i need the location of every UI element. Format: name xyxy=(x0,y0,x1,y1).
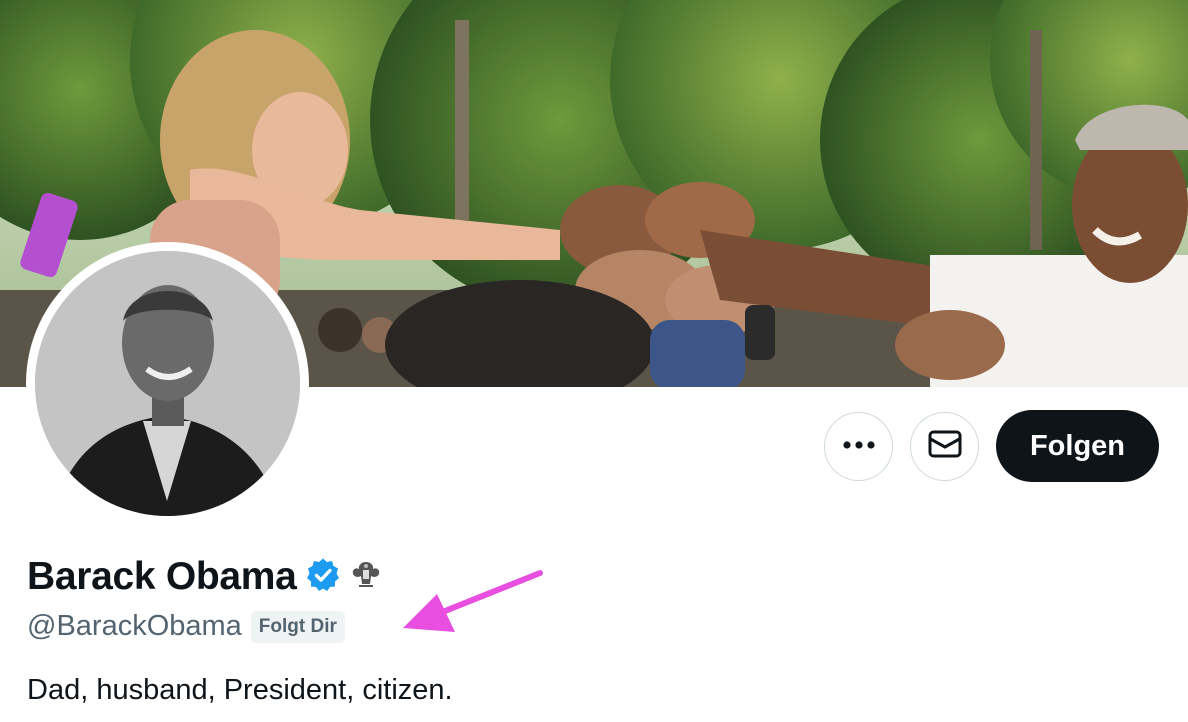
follow-button[interactable]: Folgen xyxy=(996,410,1159,482)
verified-checkmark-icon[interactable] xyxy=(305,557,341,598)
presidential-seal-icon[interactable] xyxy=(349,558,383,597)
profile-actions: Folgen xyxy=(824,410,1159,482)
profile-page: Folgen Barack Obama @BarackObama Folgt D… xyxy=(0,0,1188,722)
display-name: Barack Obama xyxy=(27,555,297,598)
message-button[interactable] xyxy=(910,411,979,481)
profile-name-row: Barack Obama xyxy=(27,555,383,599)
profile-avatar[interactable] xyxy=(26,242,309,525)
more-options-button[interactable] xyxy=(824,411,893,481)
profile-bio: Dad, husband, President, citizen. xyxy=(27,674,453,706)
user-handle: @BarackObama xyxy=(27,610,242,642)
avatar-photo xyxy=(35,251,300,516)
annotation-arrow-icon xyxy=(395,560,550,645)
envelope-icon xyxy=(928,429,962,464)
follows-you-badge: Folgt Dir xyxy=(250,610,345,643)
more-dots-icon xyxy=(842,437,876,455)
profile-handle-row: @BarackObama Folgt Dir xyxy=(27,610,345,643)
